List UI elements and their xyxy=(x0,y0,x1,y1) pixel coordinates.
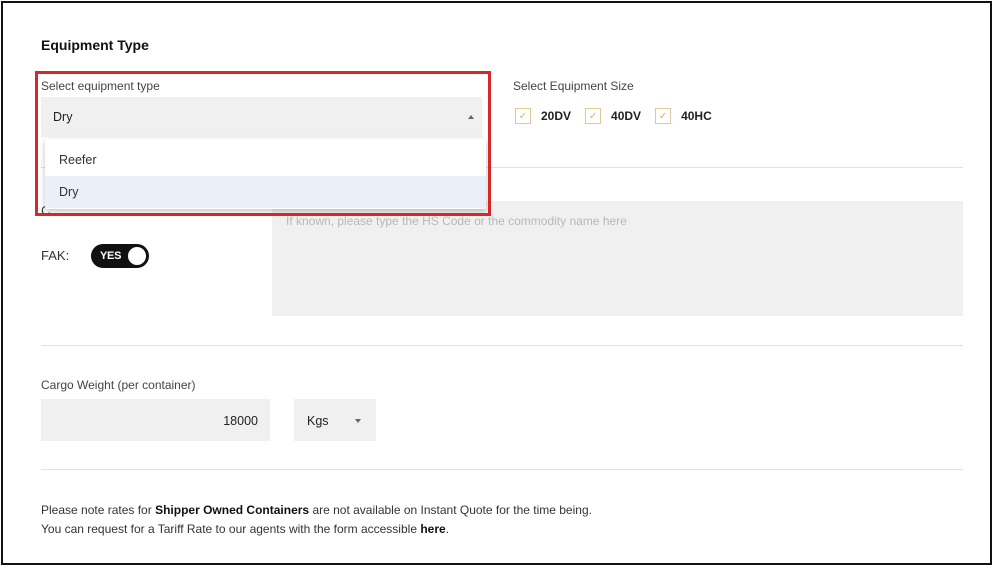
fak-label: FAK: xyxy=(41,248,70,263)
checkbox-40dv[interactable]: ✓ xyxy=(585,108,602,124)
equipment-size-label: Select Equipment Size xyxy=(513,79,634,93)
checkbox-20dv-label: 20DV xyxy=(541,109,572,123)
equipment-type-select[interactable]: Dry xyxy=(41,97,482,137)
note-bold-text: Shipper Owned Containers xyxy=(155,503,310,517)
equipment-type-selected-value: Dry xyxy=(53,110,73,124)
divider xyxy=(41,345,963,346)
note-text: You can request for a Tariff Rate to our… xyxy=(41,522,421,536)
note-text: . xyxy=(445,522,450,536)
fak-toggle-text: YES xyxy=(100,250,122,262)
note-text: Please note rates for xyxy=(41,503,156,517)
toggle-knob xyxy=(128,247,146,265)
checkbox-40dv-label: 40DV xyxy=(611,109,642,123)
equipment-type-label: Select equipment type xyxy=(41,79,160,93)
form-panel: Equipment Type Select equipment type Dry… xyxy=(1,1,992,565)
commodity-textarea[interactable]: If known, please type the HS Code or the… xyxy=(272,201,963,316)
fak-toggle[interactable]: YES xyxy=(91,244,149,268)
caret-down-icon xyxy=(355,419,361,423)
dropdown-option-reefer[interactable]: Reefer xyxy=(45,144,486,176)
tariff-form-link[interactable]: here xyxy=(420,522,445,536)
checkbox-40hc-label: 40HC xyxy=(681,109,712,123)
dropdown-option-dry[interactable]: Dry xyxy=(45,176,486,208)
weight-unit-value: Kgs xyxy=(307,414,329,428)
note-line-1: Please note rates for Shipper Owned Cont… xyxy=(41,503,592,517)
section-title: Equipment Type xyxy=(41,37,149,53)
check-icon: ✓ xyxy=(518,110,528,122)
note-line-2: You can request for a Tariff Rate to our… xyxy=(41,522,449,536)
weight-unit-select[interactable]: Kgs xyxy=(294,399,376,441)
cargo-weight-value: 18000 xyxy=(223,414,258,428)
checkbox-20dv[interactable]: ✓ xyxy=(515,108,531,124)
cargo-weight-input[interactable]: 18000 xyxy=(41,399,270,441)
cargo-weight-label: Cargo Weight (per container) xyxy=(41,378,196,392)
check-icon: ✓ xyxy=(658,110,668,122)
divider xyxy=(41,469,963,470)
commodity-placeholder: If known, please type the HS Code or the… xyxy=(286,214,627,228)
note-text: are not available on Instant Quote for t… xyxy=(309,503,592,517)
check-icon: ✓ xyxy=(588,110,598,122)
caret-up-icon xyxy=(468,115,474,119)
equipment-type-dropdown: Reefer Dry xyxy=(45,139,486,209)
checkbox-40hc[interactable]: ✓ xyxy=(655,108,672,124)
equipment-size-options: ✓ 20DV ✓ 40DV ✓ 40HC xyxy=(515,108,712,124)
